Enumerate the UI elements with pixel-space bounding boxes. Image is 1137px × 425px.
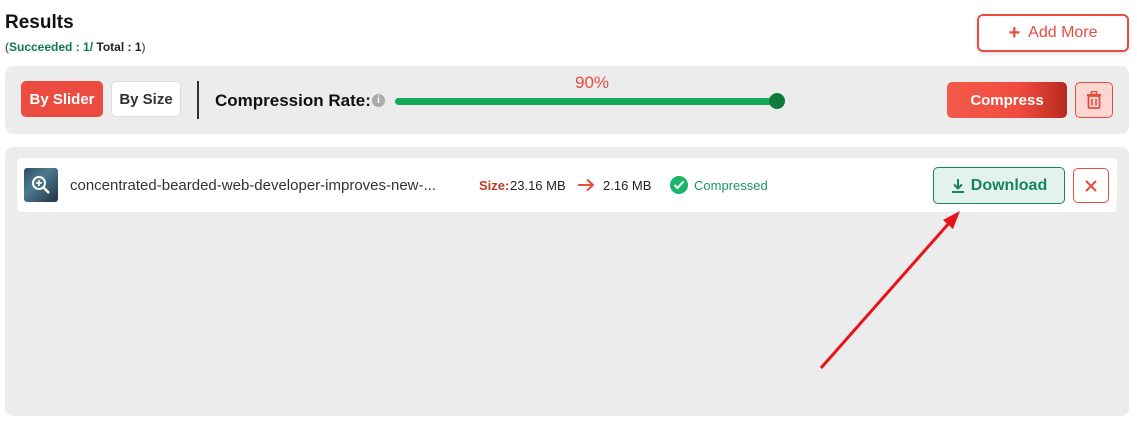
compression-rate-label: Compression Rate:: [215, 91, 371, 110]
check-circle-icon: [670, 176, 688, 194]
succeeded-count: Succeeded : 1: [9, 40, 90, 54]
compression-rate-value: 90%: [575, 73, 610, 92]
by-slider-button[interactable]: By Slider: [21, 81, 103, 117]
download-icon: [951, 179, 964, 193]
arrow-right-icon: [578, 178, 595, 192]
zoom-icon: [32, 176, 50, 194]
total-count: Total : 1: [93, 40, 142, 54]
plus-icon: +: [1008, 22, 1021, 44]
file-row: concentrated-bearded-web-developer-impro…: [17, 158, 1117, 212]
stats-close: ): [141, 40, 146, 54]
page-title: Results: [5, 12, 74, 33]
compression-toolbar: By Slider By Size Compression Rate: i 90…: [5, 66, 1129, 134]
file-thumbnail[interactable]: [24, 168, 58, 202]
size-label: Size:: [479, 178, 510, 193]
remove-file-button[interactable]: [1073, 168, 1109, 203]
by-size-button[interactable]: By Size: [111, 81, 181, 117]
clear-all-button[interactable]: [1075, 82, 1113, 118]
add-more-button[interactable]: + Add More: [977, 14, 1129, 52]
file-name: concentrated-bearded-web-developer-impro…: [70, 177, 437, 194]
slider-fill: [395, 98, 778, 105]
original-size: 23.16 MB: [510, 178, 566, 193]
results-stats: (Succeeded : 1/ Total : 1): [5, 40, 146, 54]
close-icon: [1085, 179, 1097, 192]
toolbar-divider: [197, 81, 199, 119]
compressed-size: 2.16 MB: [603, 178, 652, 193]
add-more-label: Add More: [1028, 24, 1098, 41]
info-icon[interactable]: i: [372, 94, 385, 107]
compression-rate-slider[interactable]: [395, 93, 786, 109]
slider-thumb[interactable]: [769, 93, 786, 109]
status-badge: Compressed: [694, 178, 768, 193]
compress-button[interactable]: Compress: [947, 82, 1067, 118]
results-panel: concentrated-bearded-web-developer-impro…: [5, 147, 1129, 416]
trash-icon: [1087, 91, 1101, 109]
download-label: Download: [970, 176, 1048, 194]
download-button[interactable]: Download: [933, 167, 1065, 204]
